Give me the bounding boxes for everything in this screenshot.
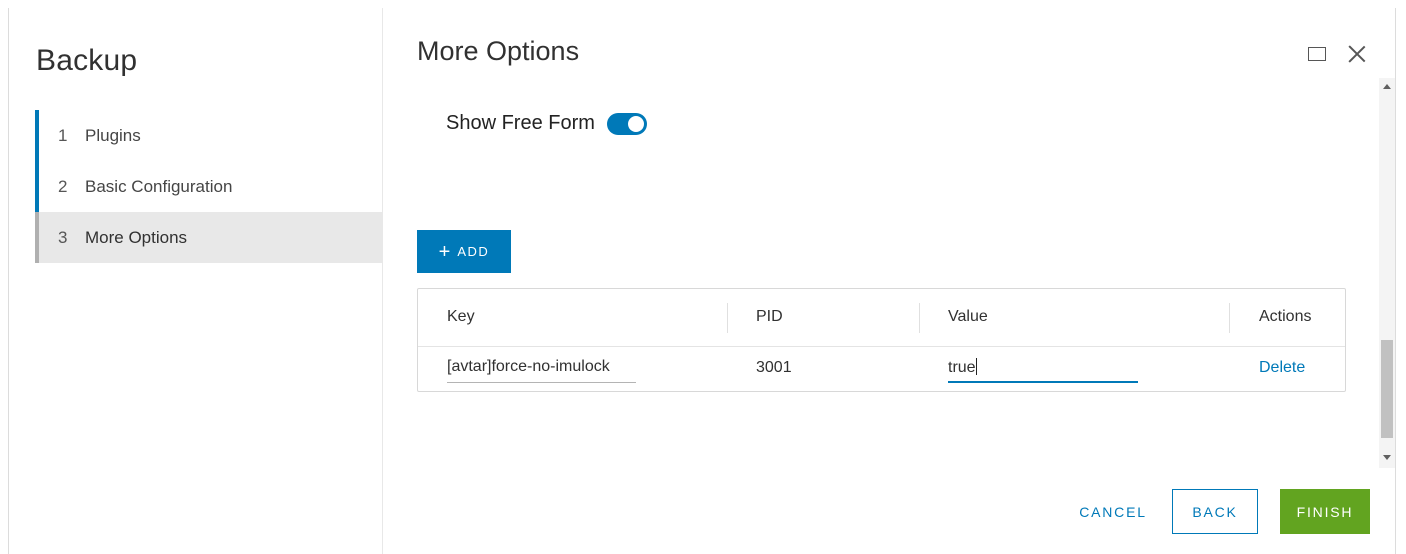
- free-form-toggle[interactable]: [606, 112, 647, 135]
- step-basic-configuration[interactable]: 2 Basic Configuration: [35, 161, 383, 212]
- key-input[interactable]: [avtar]force-no-imulock: [447, 355, 636, 383]
- toggle-knob: [627, 115, 644, 132]
- maximize-icon[interactable]: [1305, 42, 1329, 66]
- step-number: 1: [58, 125, 68, 145]
- step-label: Plugins: [85, 125, 141, 145]
- column-header-pid[interactable]: PID: [756, 308, 783, 326]
- vertical-scrollbar[interactable]: [1379, 78, 1395, 468]
- wizard-sidebar: Backup 1 Plugins 2 Basic Configuration 3…: [9, 8, 383, 554]
- step-number: 3: [58, 227, 68, 247]
- step-label: Basic Configuration: [85, 176, 233, 196]
- text-cursor: [975, 358, 977, 375]
- add-button[interactable]: + ADD: [417, 230, 511, 273]
- step-more-options[interactable]: 3 More Options: [35, 212, 383, 263]
- delete-link[interactable]: Delete: [1259, 359, 1305, 377]
- wizard-content: More Options Show Free Form + ADD Key PI…: [383, 8, 1397, 554]
- column-divider: [919, 303, 920, 333]
- finish-button[interactable]: FINISH: [1280, 489, 1370, 534]
- page-title: More Options: [417, 36, 580, 66]
- plus-icon: +: [438, 240, 451, 263]
- scroll-down-arrow-icon[interactable]: [1383, 455, 1391, 460]
- pid-cell: 3001: [756, 359, 792, 376]
- free-form-toggle-label: Show Free Form: [446, 112, 595, 134]
- backup-wizard-modal: Backup 1 Plugins 2 Basic Configuration 3…: [8, 8, 1396, 554]
- column-divider: [1229, 303, 1230, 333]
- free-form-toggle-row: Show Free Form: [446, 112, 647, 135]
- cancel-button[interactable]: CANCEL: [1058, 489, 1168, 534]
- wizard-steps: 1 Plugins 2 Basic Configuration 3 More O…: [35, 110, 383, 263]
- column-divider: [727, 303, 728, 333]
- key-input-value: [avtar]force-no-imulock: [447, 358, 610, 375]
- scroll-up-arrow-icon[interactable]: [1383, 84, 1391, 89]
- column-header-key[interactable]: Key: [447, 308, 475, 326]
- step-plugins[interactable]: 1 Plugins: [35, 110, 383, 161]
- value-input[interactable]: true: [948, 355, 1138, 383]
- add-button-label: ADD: [457, 244, 490, 259]
- column-header-value[interactable]: Value: [948, 308, 988, 326]
- step-number: 2: [58, 176, 68, 196]
- value-input-value: true: [948, 359, 976, 376]
- step-label: More Options: [85, 227, 188, 247]
- scrollbar-thumb[interactable]: [1381, 340, 1393, 438]
- close-icon[interactable]: [1345, 42, 1369, 66]
- table-row: [avtar]force-no-imulock 3001 true Delete: [418, 347, 1345, 391]
- options-table: Key PID Value Actions [avtar]force-no-im…: [417, 288, 1346, 392]
- column-header-actions: Actions: [1259, 308, 1312, 325]
- back-button[interactable]: BACK: [1172, 489, 1258, 534]
- table-header: Key PID Value Actions: [418, 289, 1345, 347]
- wizard-title: Backup: [36, 44, 138, 77]
